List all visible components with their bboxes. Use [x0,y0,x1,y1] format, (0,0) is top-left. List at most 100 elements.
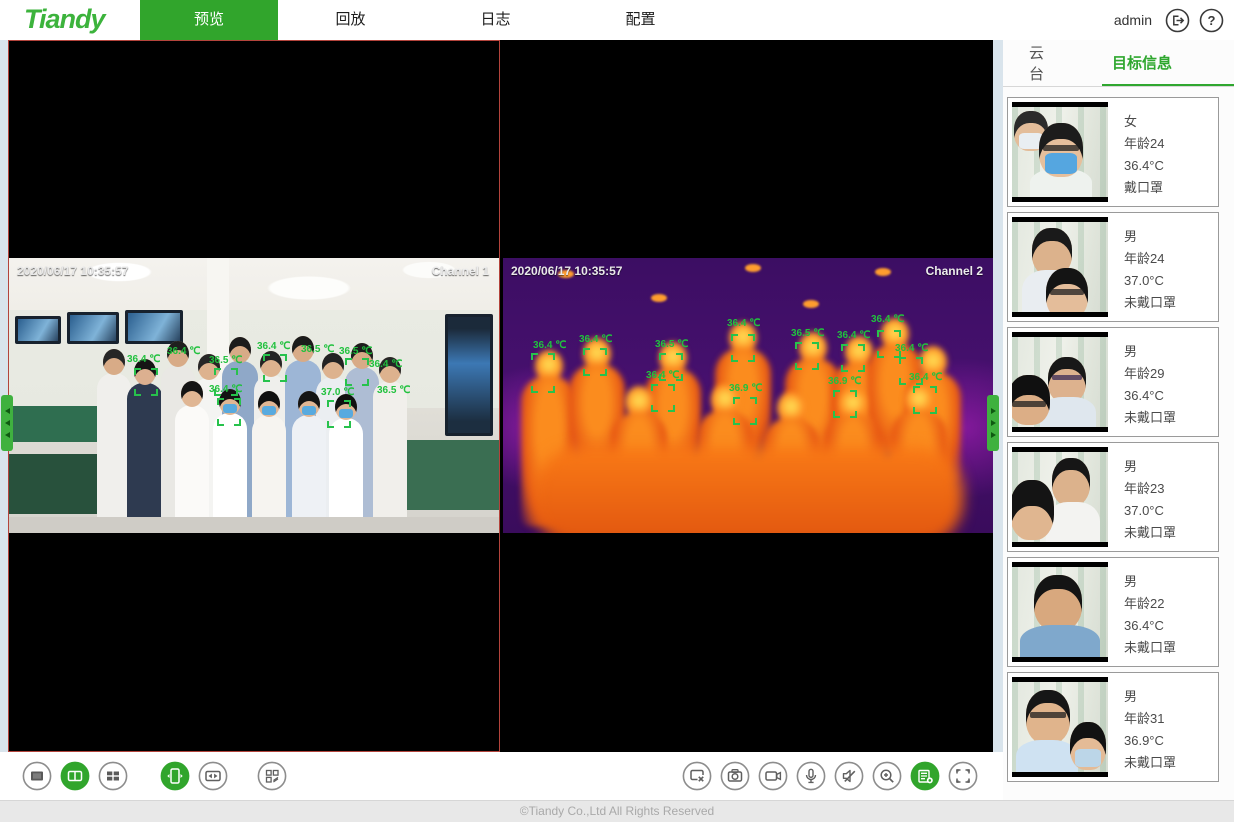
temperature-label: 36.4 ℃ [369,359,402,370]
temperature-label: 36.4 ℃ [909,372,942,383]
tiandy-web-client: { "header": { "logo_text": "Tiandy", "ta… [0,0,1234,822]
tab-log[interactable]: 日志 [423,0,568,40]
video-grid: 2020/06/17 10:35:57 Channel 1 36.4 ℃ 36.… [8,40,993,752]
tab-config[interactable]: 配置 [568,0,713,40]
mute-icon[interactable] [834,761,864,791]
age-label: 年龄29 [1124,363,1176,385]
detection-card[interactable]: 男 年龄24 37.0°C 未戴口罩 [1007,212,1219,322]
face-thumbnail [1012,562,1108,662]
temperature-label: 36.9 ℃ [828,376,861,387]
stream-controls [682,761,978,791]
temperature-label: 36.4 ℃ [646,370,679,381]
close-all-icon[interactable] [682,761,712,791]
sidebar-tabs: 云台 目标信息 [1003,40,1234,87]
username-label: admin [1114,12,1152,28]
target-info-icon[interactable] [910,761,940,791]
temperature-label: 36.4 ℃ [167,346,200,357]
tab-preview[interactable]: 预览 [140,0,278,40]
temperature-label: 36.5 ℃ [791,328,824,339]
temperature-label: 36.4 ℃ [837,330,870,341]
microphone-icon[interactable] [796,761,826,791]
face-bracket [531,353,555,393]
face-bracket [327,400,351,428]
channel1-video[interactable]: 2020/06/17 10:35:57 Channel 1 36.4 ℃ 36.… [9,258,499,533]
temperature-value: 36.4°C [1124,615,1176,637]
temperature-label: 37.0 ℃ [321,387,354,398]
detection-card[interactable]: 男 年龄22 36.4°C 未戴口罩 [1007,557,1219,667]
temperature-label: 36.4 ℃ [533,340,566,351]
age-label: 年龄22 [1124,593,1176,615]
channel2-label: Channel 2 [926,264,983,278]
age-label: 年龄24 [1124,133,1164,155]
face-bracket [651,384,675,412]
face-bracket [217,398,241,426]
fullscreen-icon[interactable] [948,761,978,791]
temperature-label: 36.4 ℃ [895,343,928,354]
face-bracket [731,334,755,362]
temperature-label: 36.4 ℃ [727,318,760,329]
copyright-text: ©Tiandy Co.,Ltd All Rights Reserved [520,804,714,818]
mask-status: 戴口罩 [1124,177,1164,199]
temperature-value: 37.0°C [1124,270,1176,292]
detection-card[interactable]: 男 年龄29 36.4°C 未戴口罩 [1007,327,1219,437]
temperature-label: 36.5 ℃ [301,344,334,355]
temperature-label: 36.4 ℃ [127,354,160,365]
record-icon[interactable] [758,761,788,791]
face-thumbnail [1012,217,1108,317]
temperature-label: 36.5 ℃ [339,346,372,357]
temperature-value: 36.4°C [1124,385,1176,407]
gender-label: 男 [1124,226,1176,248]
detection-card[interactable]: 男 年龄23 37.0°C 未戴口罩 [1007,442,1219,552]
custom-layout-icon[interactable] [257,761,287,791]
gender-label: 男 [1124,341,1176,363]
face-bracket [795,342,819,370]
temperature-value: 36.4°C [1124,155,1164,177]
tiandy-logo: Tiandy [24,4,105,35]
tab-playback[interactable]: 回放 [278,0,423,40]
face-thumbnail [1012,102,1108,202]
left-panel-collapse-handle[interactable] [1,395,13,451]
age-label: 年龄23 [1124,478,1176,500]
mask-status: 未戴口罩 [1124,522,1176,544]
snapshot-icon[interactable] [720,761,750,791]
right-panel-collapse-handle[interactable] [987,395,999,451]
gender-label: 女 [1124,111,1164,133]
scale-mode-icon[interactable] [198,761,228,791]
face-bracket [913,386,937,414]
preview-toolbar [0,752,1003,800]
age-label: 年龄24 [1124,248,1176,270]
detection-list: 女 年龄24 36.4°C 戴口罩 男 年龄24 37.0°C 未戴口罩 [1007,97,1219,782]
mask-status: 未戴口罩 [1124,292,1176,314]
face-thumbnail [1012,677,1108,777]
header-user-area: admin ? [1114,0,1224,40]
gender-label: 男 [1124,571,1176,593]
layout-controls [22,761,287,791]
layout-quad-icon[interactable] [98,761,128,791]
corridor-mode-icon[interactable] [160,761,190,791]
temperature-label: 36.5 ℃ [655,339,688,350]
detection-card[interactable]: 女 年龄24 36.4°C 戴口罩 [1007,97,1219,207]
tab-target-info[interactable]: 目标信息 [1102,40,1234,86]
channel1-timestamp: 2020/06/17 10:35:57 [17,264,128,278]
right-sidebar: 云台 目标信息 女 年龄24 36.4°C 戴口罩 [1003,40,1234,800]
digital-zoom-icon[interactable] [872,761,902,791]
channel1-label: Channel 1 [432,264,489,278]
temperature-label: 36.4 ℃ [209,384,242,395]
layout-single-icon[interactable] [22,761,52,791]
face-thumbnail [1012,332,1108,432]
copyright-footer: ©Tiandy Co.,Ltd All Rights Reserved [0,800,1234,822]
face-bracket [583,348,607,376]
logout-icon[interactable] [1165,8,1190,33]
svg-text:?: ? [1208,13,1216,28]
layout-dual-icon[interactable] [60,761,90,791]
gender-label: 男 [1124,456,1176,478]
tab-ptz[interactable]: 云台 [1029,40,1056,86]
temperature-value: 36.9°C [1124,730,1176,752]
face-bracket [841,344,865,372]
mask-status: 未戴口罩 [1124,407,1176,429]
detection-card[interactable]: 男 年龄31 36.9°C 未戴口罩 [1007,672,1219,782]
channel2-video[interactable]: 2020/06/17 10:35:57 Channel 2 36.4 ℃ 36.… [503,258,993,533]
temperature-label: 36.5 ℃ [377,385,410,396]
gender-label: 男 [1124,686,1176,708]
help-icon[interactable]: ? [1199,8,1224,33]
